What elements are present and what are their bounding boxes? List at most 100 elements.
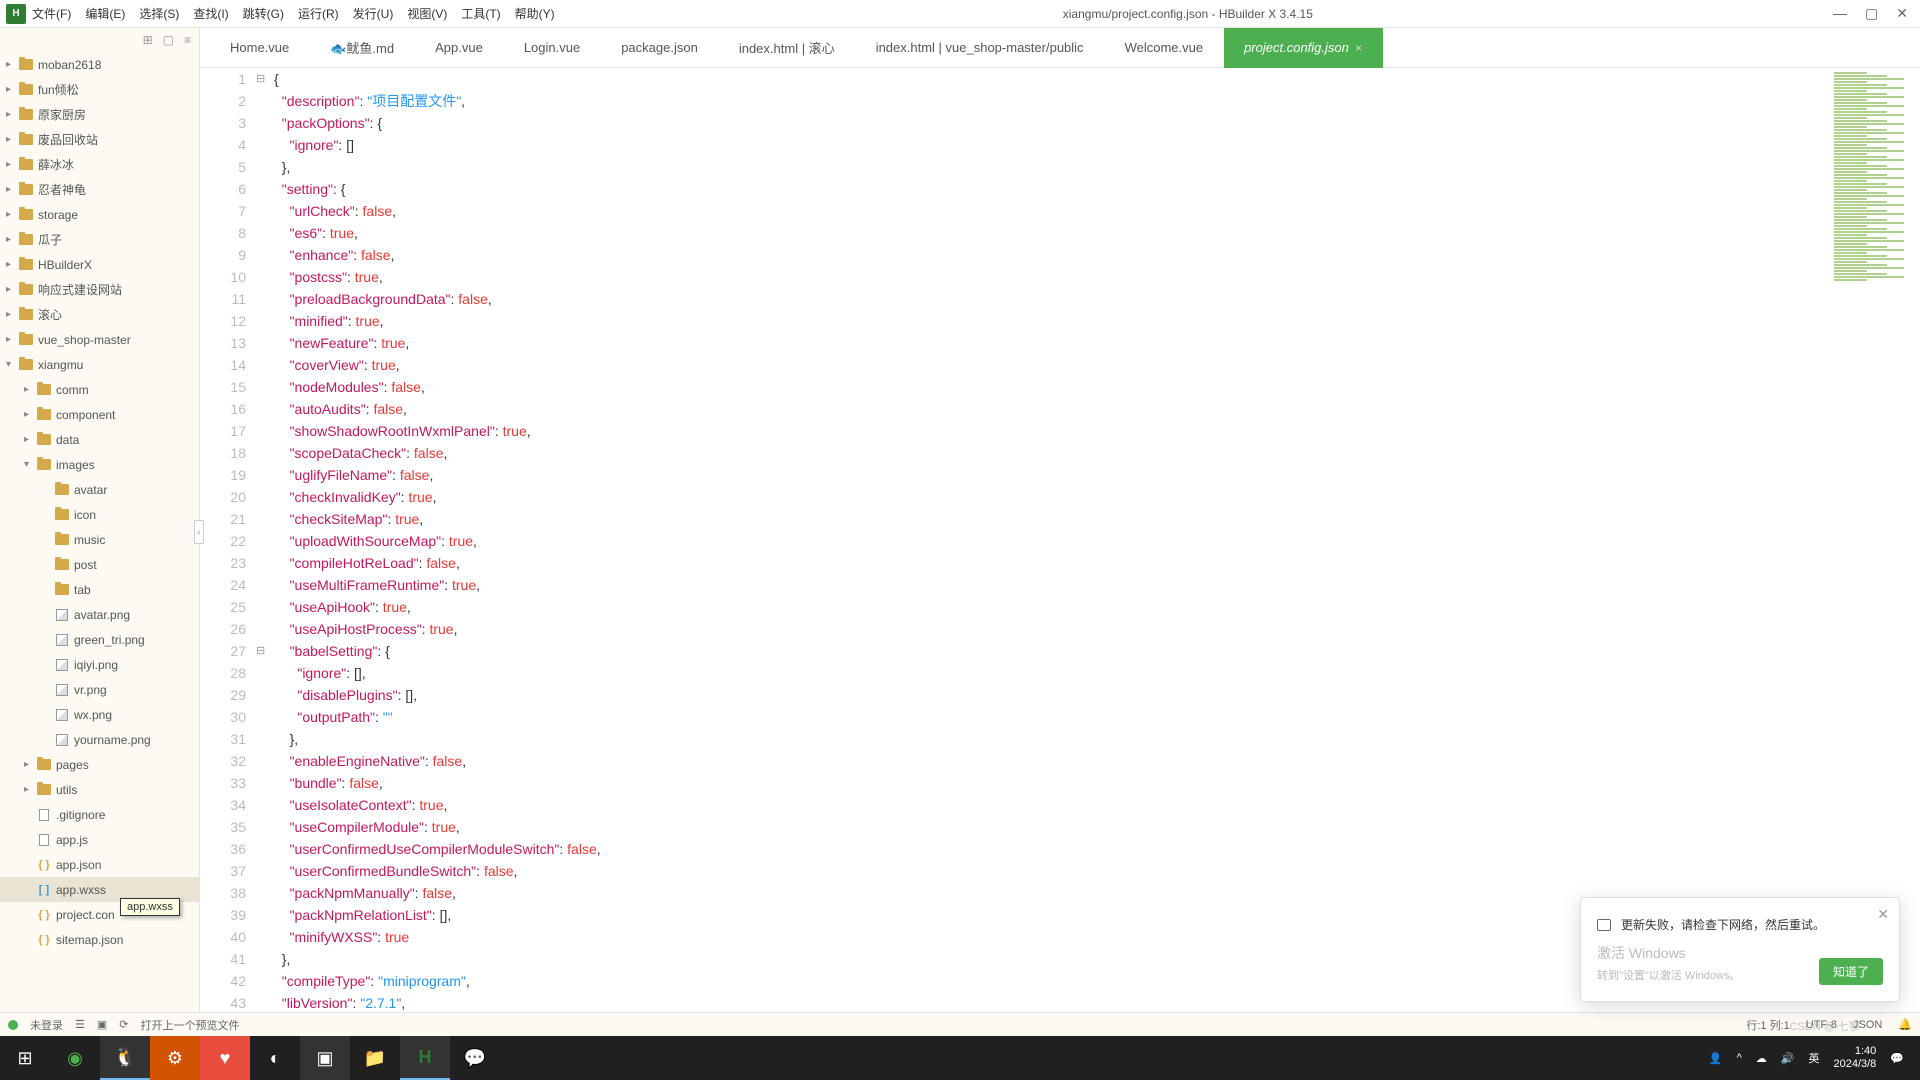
tree-item[interactable]: ▸vue_shop-master bbox=[0, 327, 199, 352]
tree-arrow-icon[interactable]: ▾ bbox=[24, 459, 36, 470]
editor-tab[interactable]: App.vue bbox=[415, 28, 504, 68]
tree-item[interactable]: green_tri.png bbox=[0, 627, 199, 652]
tree-arrow-icon[interactable]: ▸ bbox=[6, 334, 18, 345]
tree-item[interactable]: icon bbox=[0, 502, 199, 527]
toast-close-icon[interactable]: ✕ bbox=[1877, 906, 1889, 923]
new-file-icon[interactable]: ⊞ bbox=[143, 33, 153, 47]
tree-arrow-icon[interactable]: ▸ bbox=[24, 434, 36, 445]
tree-item[interactable]: ▸utils bbox=[0, 777, 199, 802]
taskbar-chrome-icon[interactable]: ◐ bbox=[250, 1036, 300, 1080]
tree-item[interactable]: music bbox=[0, 527, 199, 552]
preview-icon[interactable]: ⟳ bbox=[119, 1018, 128, 1031]
tray-up-icon[interactable]: ^ bbox=[1737, 1052, 1742, 1064]
tree-item[interactable]: ▸component bbox=[0, 402, 199, 427]
menu-item[interactable]: 视图(V) bbox=[407, 5, 447, 22]
tree-item[interactable]: { }sitemap.json bbox=[0, 927, 199, 952]
tree-item[interactable]: ▸data bbox=[0, 427, 199, 452]
tray-ime[interactable]: 英 bbox=[1808, 1050, 1819, 1066]
editor-tab[interactable]: Login.vue bbox=[504, 28, 601, 68]
tree-item[interactable]: avatar bbox=[0, 477, 199, 502]
tray-volume-icon[interactable]: 🔊 bbox=[1781, 1052, 1795, 1065]
taskbar-wechat-icon[interactable]: 💬 bbox=[450, 1036, 500, 1080]
menu-item[interactable]: 跳转(G) bbox=[243, 5, 284, 22]
tree-item[interactable]: ▸响应式建设网站 bbox=[0, 277, 199, 302]
tree-item[interactable]: yourname.png bbox=[0, 727, 199, 752]
tree-item[interactable]: post bbox=[0, 552, 199, 577]
tree-item[interactable]: ▸moban2618 bbox=[0, 52, 199, 77]
start-button[interactable]: ⊞ bbox=[0, 1036, 50, 1080]
menu-item[interactable]: 工具(T) bbox=[461, 5, 500, 22]
tree-arrow-icon[interactable]: ▸ bbox=[6, 209, 18, 220]
tree-arrow-icon[interactable]: ▸ bbox=[6, 59, 18, 70]
tree-item[interactable]: ▸滚心 bbox=[0, 302, 199, 327]
sidebar-collapse-handle[interactable]: ‹ bbox=[194, 520, 204, 544]
minimize-icon[interactable]: — bbox=[1833, 5, 1847, 22]
tree-item[interactable]: ▸pages bbox=[0, 752, 199, 777]
editor-tab[interactable]: Home.vue bbox=[210, 28, 310, 68]
login-status-text[interactable]: 未登录 bbox=[30, 1017, 63, 1033]
tree-item[interactable]: ▸HBuilderX bbox=[0, 252, 199, 277]
tree-item[interactable]: ▸瓜子 bbox=[0, 227, 199, 252]
tree-arrow-icon[interactable]: ▸ bbox=[6, 184, 18, 195]
tree-arrow-icon[interactable]: ▸ bbox=[24, 759, 36, 770]
code-editor[interactable]: 1234567891011121314151617181920212223242… bbox=[200, 68, 1920, 1012]
new-folder-icon[interactable]: ▢ bbox=[163, 33, 174, 47]
tray-people-icon[interactable]: 👤 bbox=[1709, 1052, 1723, 1065]
menu-item[interactable]: 运行(R) bbox=[298, 5, 339, 22]
tree-item[interactable]: { }app.json bbox=[0, 852, 199, 877]
tree-item[interactable]: iqiyi.png bbox=[0, 652, 199, 677]
tree-item[interactable]: vr.png bbox=[0, 677, 199, 702]
taskbar-hbuilder-icon[interactable]: H bbox=[400, 1036, 450, 1080]
tree-item[interactable]: .gitignore bbox=[0, 802, 199, 827]
tree-arrow-icon[interactable]: ▸ bbox=[6, 234, 18, 245]
menu-item[interactable]: 文件(F) bbox=[32, 5, 71, 22]
tray-clock[interactable]: 1:40 2024/3/8 bbox=[1833, 1045, 1876, 1071]
tree-arrow-icon[interactable]: ▸ bbox=[6, 109, 18, 120]
tray-notifications-icon[interactable]: 💬 bbox=[1890, 1052, 1904, 1065]
taskbar-terminal-icon[interactable]: ▣ bbox=[300, 1036, 350, 1080]
tree-arrow-icon[interactable]: ▸ bbox=[6, 284, 18, 295]
tree-arrow-icon[interactable]: ▸ bbox=[24, 384, 36, 395]
terminal-icon[interactable]: ▣ bbox=[97, 1018, 107, 1031]
collapse-icon[interactable]: ≡ bbox=[184, 33, 191, 47]
tree-item[interactable]: avatar.png bbox=[0, 602, 199, 627]
editor-tab[interactable]: index.html | 滚心 bbox=[719, 28, 856, 68]
close-icon[interactable]: ✕ bbox=[1896, 5, 1908, 22]
list-icon[interactable]: ☰ bbox=[75, 1018, 85, 1031]
tree-arrow-icon[interactable]: ▸ bbox=[6, 259, 18, 270]
editor-tab[interactable]: Welcome.vue bbox=[1105, 28, 1225, 68]
tree-item[interactable]: ▾images bbox=[0, 452, 199, 477]
tree-arrow-icon[interactable]: ▸ bbox=[6, 134, 18, 145]
tree-arrow-icon[interactable]: ▸ bbox=[24, 784, 36, 795]
editor-tab[interactable]: index.html | vue_shop-master/public bbox=[856, 28, 1105, 68]
tree-item[interactable]: ▸忍者神龟 bbox=[0, 177, 199, 202]
tree-item[interactable]: app.js bbox=[0, 827, 199, 852]
tree-arrow-icon[interactable]: ▸ bbox=[6, 84, 18, 95]
project-explorer[interactable]: ⊞ ▢ ≡ ▸moban2618▸fun倾松▸原家厨房▸废品回收站▸薛冰冰▸忍者… bbox=[0, 28, 200, 1012]
tab-close-icon[interactable]: × bbox=[1355, 41, 1362, 55]
editor-tab[interactable]: 🐟鱿鱼.md bbox=[310, 28, 415, 68]
maximize-icon[interactable]: ▢ bbox=[1865, 5, 1878, 22]
tree-item[interactable]: ▸薛冰冰 bbox=[0, 152, 199, 177]
tree-item[interactable]: ▸storage bbox=[0, 202, 199, 227]
taskbar-edge-icon[interactable]: ◉ bbox=[50, 1036, 100, 1080]
tree-arrow-icon[interactable]: ▸ bbox=[24, 409, 36, 420]
tree-item[interactable]: ▸废品回收站 bbox=[0, 127, 199, 152]
notifications-icon[interactable]: 🔔 bbox=[1898, 1018, 1912, 1031]
menu-item[interactable]: 编辑(E) bbox=[85, 5, 125, 22]
editor-tab[interactable]: package.json bbox=[601, 28, 719, 68]
taskbar-settings-icon[interactable]: ⚙ bbox=[150, 1036, 200, 1080]
login-status-icon[interactable] bbox=[8, 1020, 18, 1030]
tree-item[interactable]: ▾xiangmu bbox=[0, 352, 199, 377]
minimap[interactable] bbox=[1830, 68, 1920, 1012]
toast-ok-button[interactable]: 知道了 bbox=[1819, 958, 1883, 985]
tree-item[interactable]: ▸原家厨房 bbox=[0, 102, 199, 127]
menu-item[interactable]: 帮助(Y) bbox=[515, 5, 555, 22]
tree-item[interactable]: wx.png bbox=[0, 702, 199, 727]
tree-item[interactable]: ▸fun倾松 bbox=[0, 77, 199, 102]
tree-arrow-icon[interactable]: ▸ bbox=[6, 159, 18, 170]
code-body[interactable]: { "description": "项目配置文件", "packOptions"… bbox=[270, 68, 1830, 1012]
taskbar-qq-icon[interactable]: 🐧 bbox=[100, 1036, 150, 1080]
taskbar-heart-icon[interactable]: ♥ bbox=[200, 1036, 250, 1080]
tree-item[interactable]: tab bbox=[0, 577, 199, 602]
